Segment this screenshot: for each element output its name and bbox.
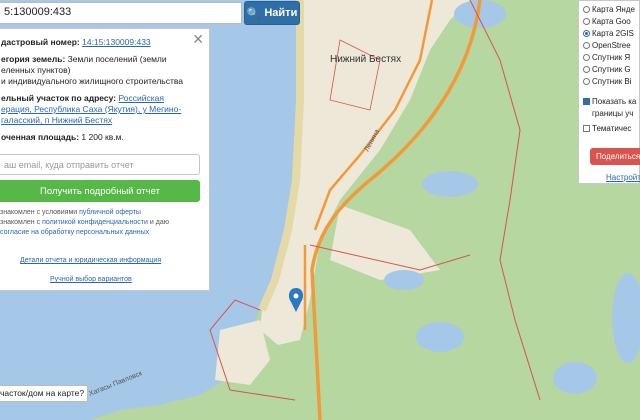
details-link[interactable]: Детали отчета и юридическая информация: [20, 257, 161, 264]
ask-box[interactable]: часток/дом на карте?: [0, 385, 88, 402]
checkbox-icon[interactable]: [583, 124, 590, 132]
area-value: 1 200 кв.м.: [81, 132, 124, 142]
search-icon: 🔍: [246, 7, 261, 20]
map-layer-label: Карта Goo: [592, 16, 631, 26]
map-layer-option[interactable]: OpenStree: [583, 39, 639, 51]
manual-choice-link[interactable]: Ручной выбор вариантов: [50, 276, 132, 283]
map-layer-label: Спутник G: [592, 64, 631, 74]
email-input[interactable]: аш email, куда отправить отчет: [0, 154, 200, 175]
radio-icon[interactable]: [583, 29, 590, 37]
area-label: оченная площадь:: [1, 132, 80, 142]
category-value-2: еленных пунктов): [1, 65, 71, 75]
address-link-2[interactable]: ерация, Республика Саха (Якутия), у Меги…: [1, 104, 181, 114]
cadastral-number-link[interactable]: 14:15:130009:433: [82, 37, 151, 47]
search-button[interactable]: 🔍 Найти: [244, 1, 300, 25]
map-layer-option[interactable]: Спутник Я: [583, 51, 639, 63]
map-layer-option[interactable]: Спутник Bi: [583, 75, 639, 87]
map-layer-option[interactable]: Карта 2GIS: [583, 27, 639, 39]
address-link-3[interactable]: галасский, п Нижний Бестях: [1, 115, 112, 125]
map-layer-label: OpenStree: [592, 40, 631, 50]
get-report-button[interactable]: Получить подробный отчет: [0, 180, 200, 202]
radio-icon[interactable]: [583, 77, 590, 85]
radio-icon[interactable]: [583, 17, 590, 25]
radio-icon[interactable]: [583, 41, 590, 49]
close-icon[interactable]: ✕: [192, 31, 204, 48]
address-link[interactable]: Российская: [118, 93, 164, 103]
cadastral-label: дастровый номер:: [1, 37, 80, 47]
radio-icon[interactable]: [583, 65, 590, 73]
category-label: егория земель:: [1, 54, 66, 64]
land-use-value: и индивидуального жилищного строительств…: [1, 76, 184, 86]
category-value: Земли поселений (земли: [67, 54, 167, 64]
town-label: Нижний Бестях: [330, 54, 401, 65]
show-bounds-option-2: границы уч: [592, 108, 634, 118]
layers-panel: Карта Янде Карта Goo Карта 2GIS OpenStree Сп…: [578, 0, 640, 184]
info-panel: ✕ дастровый номер: 14:15:130009:433 егор…: [0, 28, 210, 291]
share-button[interactable]: Поделиться: [590, 148, 640, 165]
map-layer-label: Карта 2GIS: [592, 28, 634, 38]
offer-link[interactable]: публичной оферты: [79, 209, 141, 216]
search-input[interactable]: 5:130009:433: [0, 2, 242, 24]
privacy-link[interactable]: политикой конфиденциальности: [42, 219, 148, 226]
checkbox-icon[interactable]: [583, 97, 590, 105]
consent-link[interactable]: согласие на обработку персональных данны…: [0, 229, 149, 236]
map-layer-label: Карта Янде: [592, 4, 635, 14]
map-layer-label: Спутник Bi: [592, 76, 632, 86]
address-label: ельный участок по адресу:: [1, 93, 117, 103]
search-button-label: Найти: [264, 7, 298, 19]
map-layer-option[interactable]: Спутник G: [583, 63, 639, 75]
map-layer-option[interactable]: Карта Янде: [583, 3, 639, 15]
show-bounds-option[interactable]: Показать ка: [583, 95, 639, 107]
thematic-option[interactable]: Тематичес: [583, 122, 639, 134]
agreement-text: знакомлен с условиями публичной оферты з…: [0, 209, 169, 236]
settings-link[interactable]: Настройт: [606, 173, 640, 182]
map-layer-option[interactable]: Карта Goo: [583, 15, 639, 27]
map-layer-label: Спутник Я: [592, 52, 631, 62]
radio-icon[interactable]: [583, 5, 590, 13]
radio-icon[interactable]: [583, 53, 590, 61]
